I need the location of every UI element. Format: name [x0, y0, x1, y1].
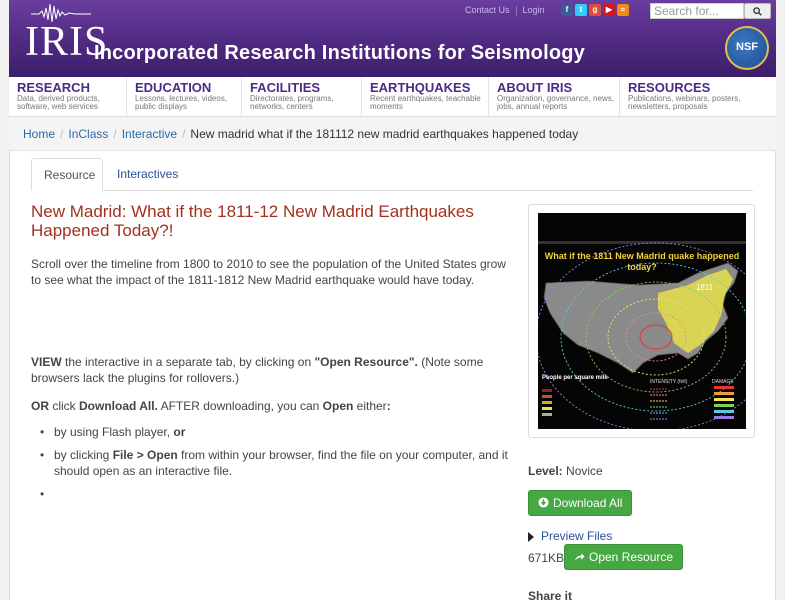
open-resource-button[interactable]: Open Resource — [564, 544, 684, 570]
open-options-list: by using Flash player, or by clicking Fi… — [40, 424, 510, 502]
main-nav: RESEARCH Data, derived products, softwar… — [9, 77, 776, 117]
file-size: 671KB — [528, 551, 565, 565]
nav-about-iris[interactable]: ABOUT IRIS Organization, governance, new… — [489, 77, 620, 117]
page-title: New Madrid: What if the 1811-12 New Madr… — [31, 202, 474, 240]
preview-files-toggle[interactable]: Preview Files — [528, 529, 612, 543]
resource-thumbnail-image[interactable]: What if the 1811 New Madrid quake happen… — [538, 213, 746, 429]
nav-education[interactable]: EDUCATION Lessons, lectures, videos, pub… — [127, 77, 242, 117]
utility-links: Contact Us Login — [465, 5, 545, 16]
nav-research[interactable]: RESEARCH Data, derived products, softwar… — [9, 77, 127, 117]
youtube-icon[interactable]: ▶ — [603, 4, 615, 16]
resource-tabs: Resource Interactives — [31, 158, 753, 191]
nav-facilities[interactable]: FACILITIES Directorates, programs, netwo… — [242, 77, 362, 117]
googleplus-icon[interactable]: g — [589, 4, 601, 16]
tab-interactives[interactable]: Interactives — [105, 158, 190, 191]
rss-icon[interactable]: ≈ — [617, 4, 629, 16]
social-icons: f t g ▶ ≈ — [561, 4, 629, 16]
nav-earthquakes[interactable]: EARTHQUAKES Recent earthquakes, teachabl… — [362, 77, 489, 117]
site-title[interactable]: Incorporated Research Institutions for S… — [94, 42, 585, 65]
tab-resource[interactable]: Resource — [31, 158, 103, 191]
resource-description: Scroll over the timeline from 1800 to 20… — [31, 257, 506, 287]
site-header: IRIS Incorporated Research Institutions … — [9, 0, 776, 77]
list-item: by clicking File > Open from within your… — [40, 447, 510, 479]
list-item: by using Flash player, or — [40, 424, 510, 440]
resource-thumbnail-box: What if the 1811 New Madrid quake happen… — [528, 204, 755, 438]
level-indicator: Level: Novice — [528, 464, 603, 478]
share-heading: Share it — [528, 589, 573, 600]
search-button[interactable] — [744, 3, 771, 19]
breadcrumb-inclass[interactable]: InClass — [68, 127, 108, 141]
download-icon — [538, 497, 549, 508]
twitter-icon[interactable]: t — [575, 4, 587, 16]
search-input[interactable]: Search for... — [650, 3, 744, 19]
breadcrumb-current: New madrid what if the 181112 new madrid… — [190, 127, 579, 141]
nsf-logo[interactable]: NSF — [725, 26, 769, 70]
contact-us-link[interactable]: Contact Us — [465, 5, 510, 15]
view-instructions: VIEW the interactive in a separate tab, … — [31, 355, 484, 385]
breadcrumb-home[interactable]: Home — [23, 127, 55, 141]
breadcrumb-interactive[interactable]: Interactive — [122, 127, 177, 141]
download-all-button[interactable]: Download All — [528, 490, 633, 516]
caret-right-icon — [528, 531, 534, 542]
login-link[interactable]: Login — [523, 5, 545, 15]
facebook-icon[interactable]: f — [561, 4, 573, 16]
download-instructions: OR click Download All. AFTER downloading… — [31, 399, 391, 413]
share-arrow-icon — [574, 553, 585, 561]
nav-resources[interactable]: RESOURCES Publications, webinars, poster… — [620, 77, 776, 117]
us-map-image — [538, 241, 746, 429]
breadcrumb: Home / InClass / Interactive / New madrid what… — [9, 117, 776, 151]
search-icon — [753, 7, 762, 16]
